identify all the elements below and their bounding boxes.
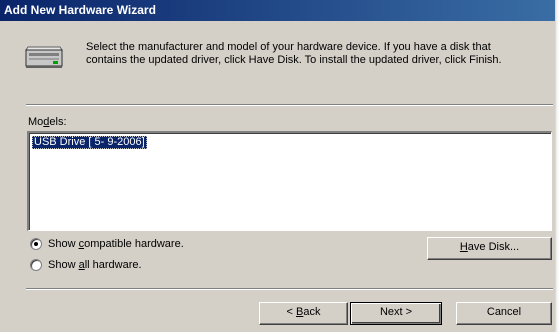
radio-button-checked[interactable] bbox=[30, 238, 42, 250]
footer-separator bbox=[26, 288, 553, 290]
show-compatible-label: Show compatible hardware. bbox=[48, 238, 184, 250]
next-button[interactable]: Next > bbox=[350, 302, 442, 325]
hardware-device-icon bbox=[25, 46, 63, 68]
show-all-label: Show all hardware. bbox=[48, 259, 142, 271]
window-title: Add New Hardware Wizard bbox=[4, 3, 156, 17]
cancel-button[interactable]: Cancel bbox=[456, 302, 552, 325]
have-disk-button[interactable]: Have Disk... bbox=[427, 237, 552, 260]
models-label: Models: bbox=[28, 116, 67, 128]
back-button[interactable]: < Back bbox=[259, 302, 348, 325]
model-list-item[interactable]: USB Drive [ 5- 9-2006] bbox=[32, 136, 147, 149]
models-listbox[interactable]: USB Drive [ 5- 9-2006] bbox=[27, 131, 552, 231]
window-edge bbox=[555, 0, 559, 332]
instruction-text: Select the manufacturer and model of you… bbox=[86, 41, 502, 66]
header-separator bbox=[26, 104, 553, 106]
title-bar: Add New Hardware Wizard bbox=[0, 0, 559, 21]
show-compatible-radio[interactable]: Show compatible hardware. bbox=[30, 238, 184, 250]
show-all-radio[interactable]: Show all hardware. bbox=[30, 259, 142, 271]
radio-button-unchecked[interactable] bbox=[30, 259, 42, 271]
